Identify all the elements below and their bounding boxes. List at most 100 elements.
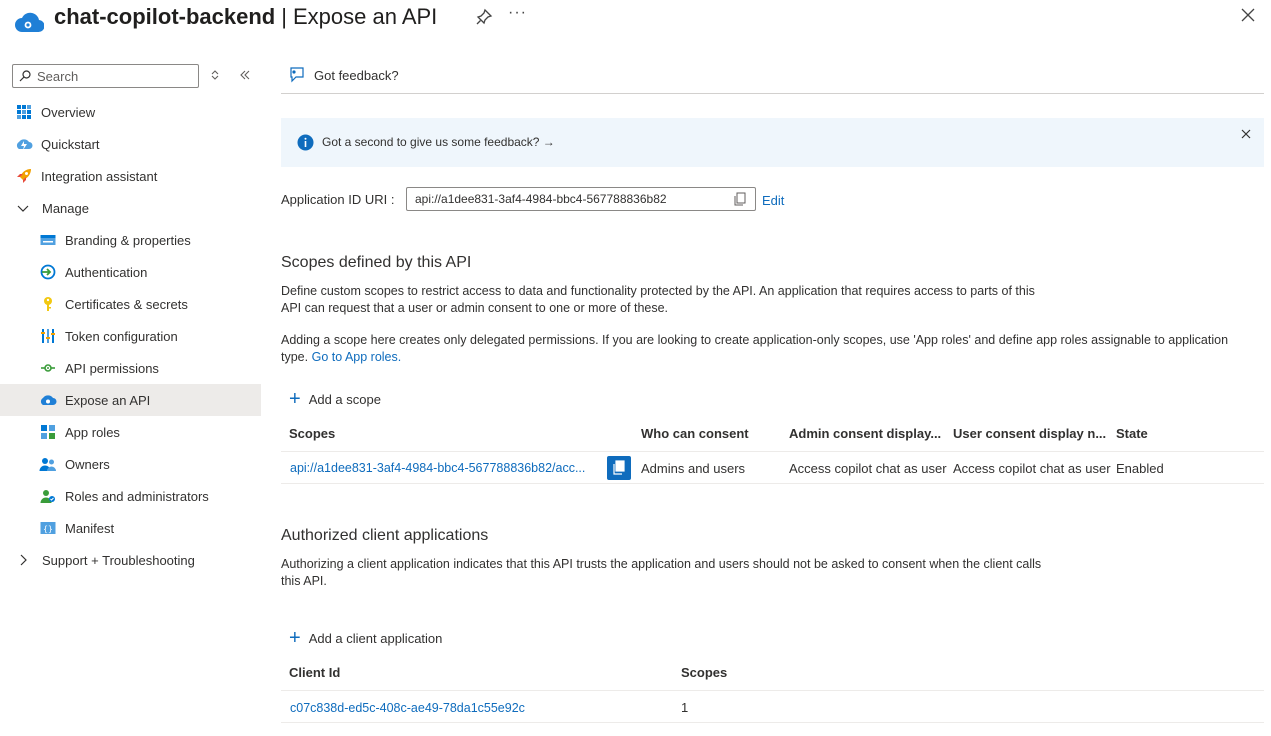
- plus-icon: +: [289, 388, 301, 410]
- cloud-icon: [39, 391, 57, 409]
- sidebar-item-label: Branding & properties: [65, 232, 191, 248]
- column-header-who-can-consent[interactable]: Who can consent: [641, 426, 749, 441]
- feedback-banner: Got a second to give us some feedback? →: [281, 118, 1264, 167]
- column-header-client-scopes[interactable]: Scopes: [681, 665, 727, 680]
- sidebar-item-label: Roles and administrators: [65, 488, 209, 504]
- roles-icon: [39, 487, 57, 505]
- plus-icon: +: [289, 627, 301, 649]
- sidebar-item-label: API permissions: [65, 360, 159, 376]
- toolbar-divider: [281, 93, 1264, 94]
- quickstart-icon: [15, 135, 33, 153]
- sidebar-item-label: Overview: [41, 104, 96, 120]
- client-id-link[interactable]: c07c838d-ed5c-408c-ae49-78da1c55e92c: [290, 701, 525, 715]
- copy-icon: [613, 460, 625, 475]
- sidebar-item-owners[interactable]: Owners: [0, 448, 261, 480]
- resource-name: chat-copilot-backend: [54, 4, 276, 29]
- column-header-scopes[interactable]: Scopes: [289, 426, 335, 441]
- table-divider: [281, 483, 1264, 484]
- sidebar-item-overview[interactable]: Overview: [0, 96, 261, 128]
- column-header-state[interactable]: State: [1116, 426, 1148, 441]
- sidebar-item-authentication[interactable]: Authentication: [0, 256, 261, 288]
- manifest-icon: {}: [39, 519, 57, 537]
- sidebar-item-label: Expose an API: [65, 392, 151, 408]
- expand-collapse-icon[interactable]: [207, 66, 223, 84]
- chevron-right-icon: [20, 554, 27, 566]
- sidebar-item-label: Manage: [42, 200, 89, 216]
- banner-text[interactable]: Got a second to give us some feedback? →: [322, 135, 555, 149]
- clients-section-title: Authorized client applications: [281, 527, 489, 544]
- sidebar-item-manifest[interactable]: {} Manifest: [0, 512, 261, 544]
- app-id-uri-value: api://a1dee831-3af4-4984-bbc4-567788836b…: [415, 192, 667, 206]
- sidebar-item-label: Owners: [65, 456, 110, 472]
- info-icon: [297, 134, 314, 151]
- sidebar-search[interactable]: [12, 64, 199, 88]
- sidebar-item-app-roles[interactable]: App roles: [0, 416, 261, 448]
- sidebar-item-api-permissions[interactable]: API permissions: [0, 352, 261, 384]
- copy-icon[interactable]: [733, 192, 747, 206]
- page-title: chat-copilot-backend | Expose an API: [54, 4, 437, 30]
- sidebar-item-label: Quickstart: [41, 136, 100, 152]
- key-icon: [39, 295, 57, 313]
- search-icon: [19, 70, 31, 82]
- edit-app-id-link[interactable]: Edit: [762, 193, 784, 208]
- api-permissions-icon: [39, 359, 57, 377]
- column-header-client-id[interactable]: Client Id: [289, 665, 340, 680]
- app-registration-icon: [15, 12, 44, 33]
- sidebar-item-roles-and-administrators[interactable]: Roles and administrators: [0, 480, 261, 512]
- sidebar-item-integration-assistant[interactable]: Integration assistant: [0, 160, 261, 192]
- sidebar-item-expose-an-api[interactable]: Expose an API: [0, 384, 261, 416]
- clients-description: Authorizing a client application indicat…: [281, 557, 1042, 588]
- sidebar-group-support[interactable]: Support + Troubleshooting: [0, 544, 261, 576]
- sidebar-nav: Overview Quickstart Integration assistan…: [0, 96, 261, 576]
- sidebar-item-token-configuration[interactable]: Token configuration: [0, 320, 261, 352]
- scopes-section-title: Scopes defined by this API: [281, 254, 472, 271]
- title-separator: |: [281, 4, 287, 29]
- sidebar-item-label: Token configuration: [65, 328, 178, 344]
- sidebar-item-label: Certificates & secrets: [65, 296, 188, 312]
- dismiss-icon[interactable]: [1240, 128, 1252, 140]
- add-client-application-button[interactable]: + Add a client application: [289, 628, 442, 648]
- search-input[interactable]: [37, 68, 187, 84]
- who-can-consent-cell: Admins and users: [641, 461, 746, 476]
- app-id-uri-field[interactable]: api://a1dee831-3af4-4984-bbc4-567788836b…: [406, 187, 756, 211]
- branding-icon: [39, 231, 57, 249]
- blade-name: Expose an API: [292, 4, 438, 29]
- client-scopes-cell: 1: [681, 700, 689, 715]
- sidebar-item-label: Integration assistant: [41, 168, 158, 184]
- sidebar-item-certificates[interactable]: Certificates & secrets: [0, 288, 261, 320]
- authentication-icon: [39, 263, 57, 281]
- app-roles-icon: [39, 423, 57, 441]
- got-feedback-button[interactable]: Got feedback?: [288, 66, 399, 84]
- scopes-note: Adding a scope here creates only delegat…: [281, 333, 1229, 364]
- sidebar-item-label: Support + Troubleshooting: [42, 552, 195, 568]
- chevron-down-icon: [17, 205, 29, 212]
- pin-icon[interactable]: [475, 8, 493, 26]
- sidebar-group-manage[interactable]: Manage: [0, 192, 261, 224]
- user-consent-display-cell: Access copilot chat as user: [953, 461, 1111, 476]
- sidebar-item-label: Manifest: [65, 520, 115, 536]
- column-header-admin-consent-display[interactable]: Admin consent display...: [789, 426, 941, 441]
- more-options-icon[interactable]: ···: [508, 4, 527, 22]
- token-icon: [39, 327, 57, 345]
- scope-link[interactable]: api://a1dee831-3af4-4984-bbc4-567788836b…: [290, 461, 585, 475]
- collapse-sidebar-icon[interactable]: [237, 66, 253, 84]
- copy-scope-button[interactable]: [607, 456, 631, 480]
- feedback-icon: [290, 67, 304, 83]
- scopes-description: Define custom scopes to restrict access …: [281, 284, 1035, 315]
- sidebar-item-branding[interactable]: Branding & properties: [0, 224, 261, 256]
- owners-icon: [39, 455, 57, 473]
- sidebar-item-quickstart[interactable]: Quickstart: [0, 128, 261, 160]
- column-header-user-consent-display[interactable]: User consent display n...: [953, 426, 1106, 441]
- app-id-uri-label: Application ID URI :: [281, 192, 395, 207]
- overview-icon: [15, 103, 33, 121]
- state-cell: Enabled: [1116, 461, 1164, 476]
- go-to-app-roles-link[interactable]: Go to App roles.: [312, 350, 402, 364]
- sidebar-item-label: Authentication: [65, 264, 148, 280]
- feedback-label: Got feedback?: [314, 67, 399, 83]
- add-scope-button[interactable]: + Add a scope: [289, 389, 381, 409]
- table-divider: [281, 722, 1264, 723]
- rocket-icon: [15, 167, 33, 185]
- close-icon[interactable]: [1239, 6, 1257, 24]
- sidebar-item-label: App roles: [65, 424, 120, 440]
- admin-consent-display-cell: Access copilot chat as user: [789, 461, 947, 476]
